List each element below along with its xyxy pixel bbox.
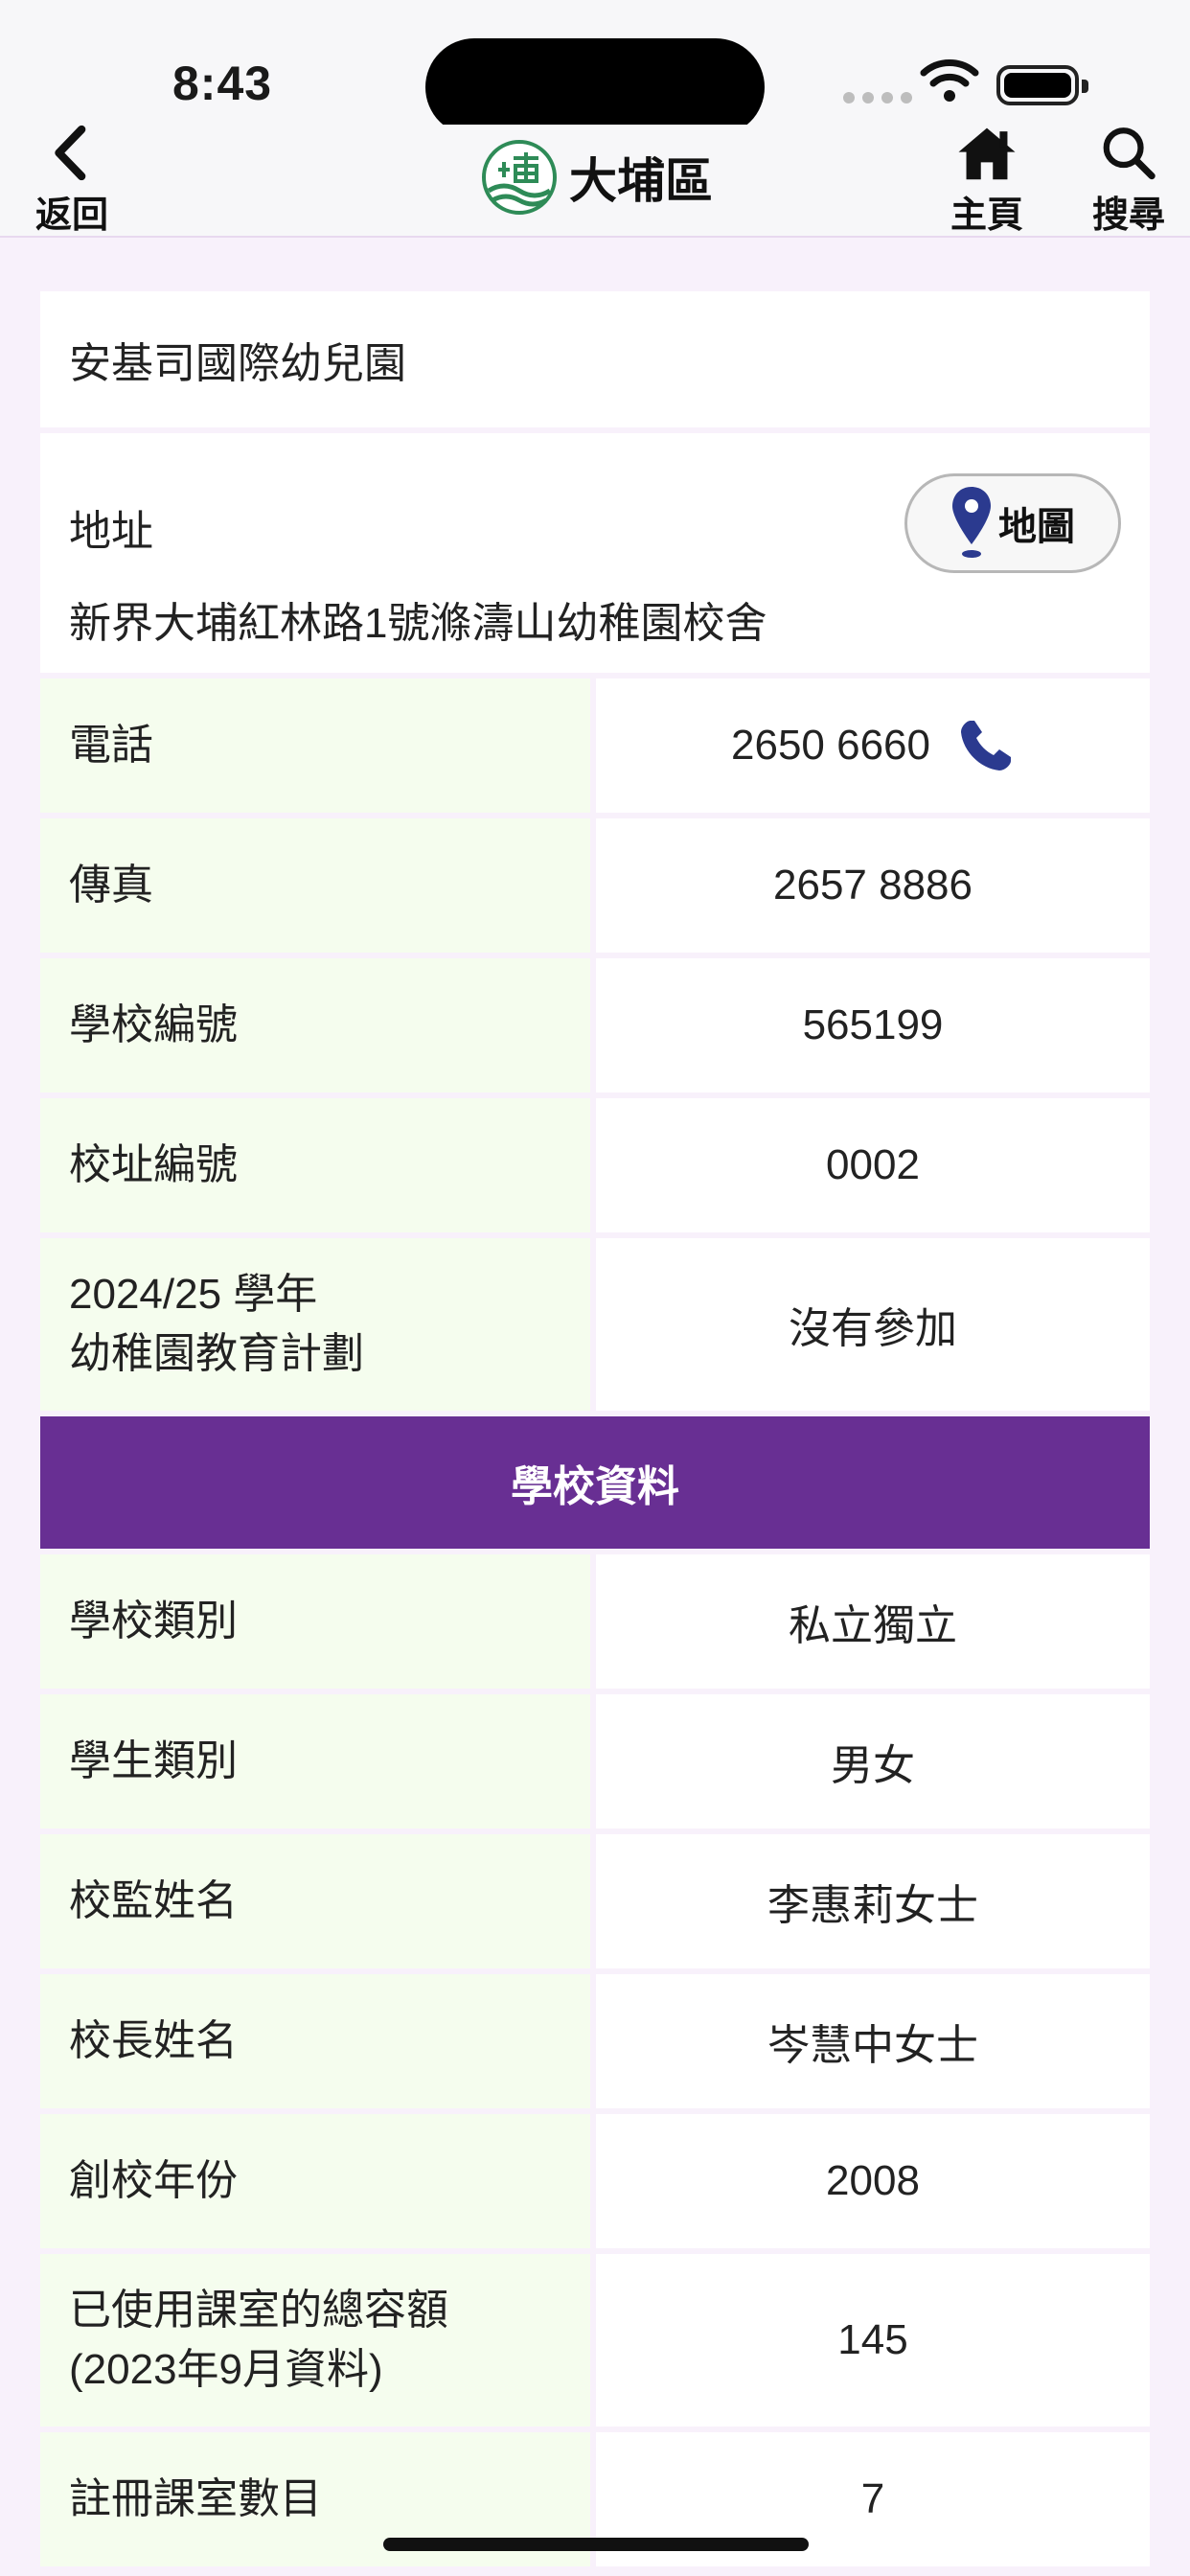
info-key-line2: (2023年9月資料): [69, 2346, 383, 2393]
info-value: 565199: [596, 958, 1150, 1092]
info-row-scheme: 2024/25 學年 幼稚園教育計劃 沒有參加: [40, 1238, 1150, 1411]
map-label: 地圖: [998, 506, 1075, 548]
home-label: 主頁: [950, 196, 1023, 236]
info-row-founded: 創校年份 2008: [40, 2114, 1150, 2248]
search-label: 搜尋: [1091, 196, 1165, 236]
page-title: 大埔區: [569, 154, 713, 208]
info-key: 校長姓名: [40, 1974, 590, 2108]
info-value: 李惠莉女士: [596, 1834, 1150, 1968]
back-button[interactable]: 返回: [29, 125, 115, 238]
school-name: 安基司國際幼兒園: [40, 291, 1150, 427]
nav-title: 大埔區: [481, 136, 713, 218]
address-card: 地址 新界大埔紅林路1號滌濤山幼稚園校舍 地圖: [40, 433, 1150, 673]
address-value: 新界大埔紅林路1號滌濤山幼稚園校舍: [69, 600, 767, 647]
info-row-phone: 電話 2650 6660: [40, 678, 1150, 813]
nav-bar: 返回 大埔區 主頁 搜尋: [0, 125, 1190, 238]
info-key: 2024/25 學年 幼稚園教育計劃: [40, 1238, 590, 1411]
home-button[interactable]: 主頁: [939, 125, 1035, 238]
search-button[interactable]: 搜尋: [1081, 125, 1177, 238]
phone-value: 2650 6660: [731, 722, 930, 769]
map-pin-icon: [952, 487, 991, 558]
info-key: 學校編號: [40, 958, 590, 1092]
dynamic-island: [425, 38, 765, 136]
home-icon: [958, 127, 1016, 180]
info-key: 校址編號: [40, 1098, 590, 1232]
home-indicator[interactable]: [383, 2538, 809, 2551]
info-row-student-type: 學生類別 男女: [40, 1694, 1150, 1828]
info-row-principal: 校長姓名 岑慧中女士: [40, 1974, 1150, 2108]
info-key-line1: 已使用課室的總容額: [69, 2287, 448, 2334]
section-header: 學校資料: [40, 1416, 1150, 1549]
info-row-fax: 傳真 2657 8886: [40, 818, 1150, 953]
info-value: 沒有參加: [596, 1238, 1150, 1411]
phone-icon[interactable]: [957, 717, 1015, 774]
info-value: 岑慧中女士: [596, 1974, 1150, 2108]
info-row-school-type: 學校類別 私立獨立: [40, 1554, 1150, 1689]
info-key: 學校類別: [40, 1554, 590, 1689]
map-button[interactable]: 地圖: [904, 473, 1121, 573]
info-key-line2: 幼稚園教育計劃: [69, 1330, 364, 1377]
info-row-address-number: 校址編號 0002: [40, 1098, 1150, 1232]
info-key: 已使用課室的總容額 (2023年9月資料): [40, 2254, 590, 2426]
info-value: 2657 8886: [596, 818, 1150, 953]
logo-icon: [482, 140, 557, 215]
status-time: 8:43: [172, 57, 273, 110]
info-key: 電話: [40, 678, 590, 813]
chevron-left-icon: [55, 125, 86, 181]
signal-icon: [843, 92, 912, 104]
info-value: 私立獨立: [596, 1554, 1150, 1689]
info-row-school-number: 學校編號 565199: [40, 958, 1150, 1092]
search-icon: [1103, 127, 1156, 180]
battery-icon: [996, 65, 1088, 105]
info-key: 校監姓名: [40, 1834, 590, 1968]
wifi-icon: [920, 59, 979, 102]
status-bar: 8:43: [0, 0, 1190, 136]
info-value: 男女: [596, 1694, 1150, 1828]
info-row-capacity: 已使用課室的總容額 (2023年9月資料) 145: [40, 2254, 1150, 2426]
info-key: 創校年份: [40, 2114, 590, 2248]
school-detail: 安基司國際幼兒園 地址 新界大埔紅林路1號滌濤山幼稚園校舍 地圖 電話 2650…: [40, 291, 1150, 2572]
info-row-supervisor: 校監姓名 李惠莉女士: [40, 1834, 1150, 1968]
app-screen: 8:43 返回 大埔區 主頁 搜尋 安基司國際幼兒園 地址 新界大埔紅林路1號滌…: [0, 0, 1190, 2576]
back-label: 返回: [34, 196, 108, 236]
address-label: 地址: [69, 508, 153, 555]
info-key: 傳真: [40, 818, 590, 953]
phone-number[interactable]: 2650 6660: [596, 678, 1150, 813]
info-value: 2008: [596, 2114, 1150, 2248]
info-key-line1: 2024/25 學年: [69, 1271, 318, 1319]
info-value: 0002: [596, 1098, 1150, 1232]
info-key: 學生類別: [40, 1694, 590, 1828]
info-value: 145: [596, 2254, 1150, 2426]
